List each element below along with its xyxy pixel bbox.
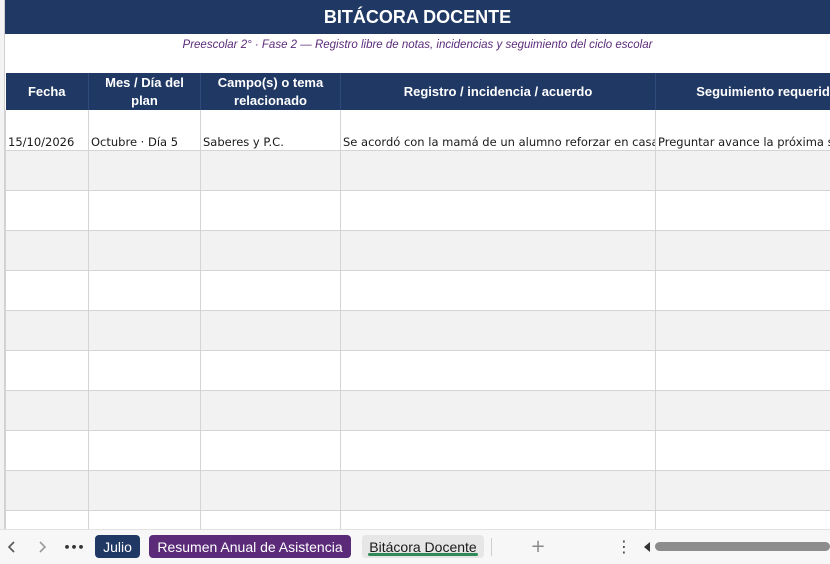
mes-dia-cell[interactable] (88, 310, 201, 351)
fecha-cell[interactable] (5, 150, 89, 191)
seguimiento-cell[interactable] (655, 270, 830, 311)
sheet-title: BITÁCORA DOCENTE (323, 6, 512, 27)
registro-cell[interactable] (340, 510, 656, 529)
registro-cell[interactable] (340, 350, 656, 391)
tab-bitacora-docente[interactable]: Bitácora Docente (362, 535, 484, 558)
mes-dia-cell[interactable] (88, 470, 201, 511)
table-row: 15/10/2026 Octubre · Día 5 Saberes y P.C. S… (5, 110, 830, 151)
sheet-options-menu-button[interactable]: ⋮ (616, 535, 632, 558)
scrollbar-thumb[interactable] (655, 542, 830, 551)
fecha-cell[interactable] (5, 390, 89, 431)
registro-cell[interactable] (340, 470, 656, 511)
seguimiento-cell[interactable] (655, 350, 830, 391)
column-header-mes-dia[interactable]: Mes / Día del plan (88, 73, 201, 110)
campo-tema-cell[interactable] (200, 390, 341, 431)
campo-tema-cell[interactable] (200, 190, 341, 231)
table-row (5, 230, 830, 271)
campo-tema-cell[interactable] (200, 230, 341, 271)
chevron-right-icon (39, 541, 47, 553)
fecha-cell[interactable]: 15/10/2026 (5, 110, 89, 151)
table-row (5, 470, 830, 511)
registro-cell[interactable] (340, 150, 656, 191)
spacer-row[interactable] (5, 56, 830, 73)
mes-dia-cell[interactable] (88, 190, 201, 231)
seguimiento-cell[interactable] (655, 150, 830, 191)
registro-cell[interactable]: Se acordó con la mamá de un alumno refor… (340, 110, 656, 151)
spreadsheet-area: BITÁCORA DOCENTE Preescolar 2° · Fase 2 … (0, 0, 830, 529)
fecha-cell[interactable] (5, 230, 89, 271)
fecha-cell[interactable] (5, 310, 89, 351)
more-sheets-button[interactable]: ••• (62, 530, 86, 564)
mes-dia-cell[interactable] (88, 270, 201, 311)
mes-dia-cell[interactable] (88, 150, 201, 191)
next-sheet-button[interactable] (30, 530, 54, 564)
scroll-left-button[interactable] (641, 539, 653, 555)
sheet-tab-bar: ••• Julio Resumen Anual de Asistencia Bi… (0, 529, 830, 564)
registro-cell[interactable] (340, 430, 656, 471)
seguimiento-cell[interactable] (655, 310, 830, 351)
table-row (5, 270, 830, 311)
log-table: Fecha Mes / Día del plan Campo(s) o tema… (5, 73, 830, 529)
seguimiento-cell[interactable] (655, 230, 830, 271)
tab-divider (491, 538, 492, 556)
campo-tema-cell[interactable] (200, 510, 341, 529)
table-row (5, 150, 830, 191)
column-header-seguimiento[interactable]: Seguimiento requerido (655, 73, 830, 110)
header-row: Fecha Mes / Día del plan Campo(s) o tema… (5, 73, 830, 110)
campo-tema-cell[interactable] (200, 310, 341, 351)
column-header-campo-tema[interactable]: Campo(s) o tema relacionado (200, 73, 341, 110)
fecha-cell[interactable] (5, 190, 89, 231)
fecha-cell[interactable] (5, 510, 89, 529)
table-row (5, 190, 830, 231)
mes-dia-cell[interactable] (88, 430, 201, 471)
tab-julio[interactable]: Julio (95, 535, 140, 558)
mes-dia-cell[interactable] (88, 350, 201, 391)
active-tab-indicator (368, 553, 478, 556)
registro-cell[interactable] (340, 270, 656, 311)
column-header-fecha[interactable]: Fecha (5, 73, 89, 110)
campo-tema-cell[interactable] (200, 270, 341, 311)
campo-tema-cell[interactable] (200, 350, 341, 391)
fecha-cell[interactable] (5, 270, 89, 311)
registro-cell[interactable] (340, 310, 656, 351)
seguimiento-cell[interactable] (655, 470, 830, 511)
tab-label: Resumen Anual de Asistencia (157, 538, 343, 555)
seguimiento-cell[interactable] (655, 190, 830, 231)
mes-dia-cell[interactable] (88, 510, 201, 529)
campo-tema-cell[interactable] (200, 150, 341, 191)
mes-dia-cell[interactable] (88, 230, 201, 271)
campo-tema-cell[interactable]: Saberes y P.C. (200, 110, 341, 151)
table-row (5, 430, 830, 471)
seguimiento-cell[interactable] (655, 430, 830, 471)
mes-dia-cell[interactable] (88, 390, 201, 431)
tab-resumen-anual-asistencia[interactable]: Resumen Anual de Asistencia (149, 535, 351, 558)
campo-tema-cell[interactable] (200, 470, 341, 511)
seguimiento-cell[interactable] (655, 390, 830, 431)
seguimiento-cell[interactable]: Preguntar avance la próxima se (655, 110, 830, 151)
table-row (5, 510, 830, 529)
table-row (5, 310, 830, 351)
tab-label: Julio (103, 538, 132, 555)
registro-cell[interactable] (340, 390, 656, 431)
campo-tema-cell[interactable] (200, 430, 341, 471)
sheet-title-banner[interactable]: BITÁCORA DOCENTE (5, 0, 830, 34)
sheet-subtitle-cell[interactable]: Preescolar 2° · Fase 2 — Registro libre … (5, 34, 830, 56)
table-row (5, 350, 830, 391)
chevron-left-icon (7, 541, 15, 553)
horizontal-scrollbar[interactable] (655, 542, 830, 551)
fecha-cell[interactable] (5, 350, 89, 391)
add-sheet-button[interactable]: + (527, 535, 549, 558)
registro-cell[interactable] (340, 230, 656, 271)
sheet-subtitle: Preescolar 2° · Fase 2 — Registro libre … (182, 39, 653, 51)
fecha-cell[interactable] (5, 470, 89, 511)
mes-dia-cell[interactable]: Octubre · Día 5 (88, 110, 201, 151)
prev-sheet-button[interactable] (0, 530, 24, 564)
seguimiento-cell[interactable] (655, 510, 830, 529)
fecha-cell[interactable] (5, 430, 89, 471)
caret-left-icon (644, 542, 650, 552)
column-header-registro[interactable]: Registro / incidencia / acuerdo (340, 73, 656, 110)
registro-cell[interactable] (340, 190, 656, 231)
table-row (5, 390, 830, 431)
